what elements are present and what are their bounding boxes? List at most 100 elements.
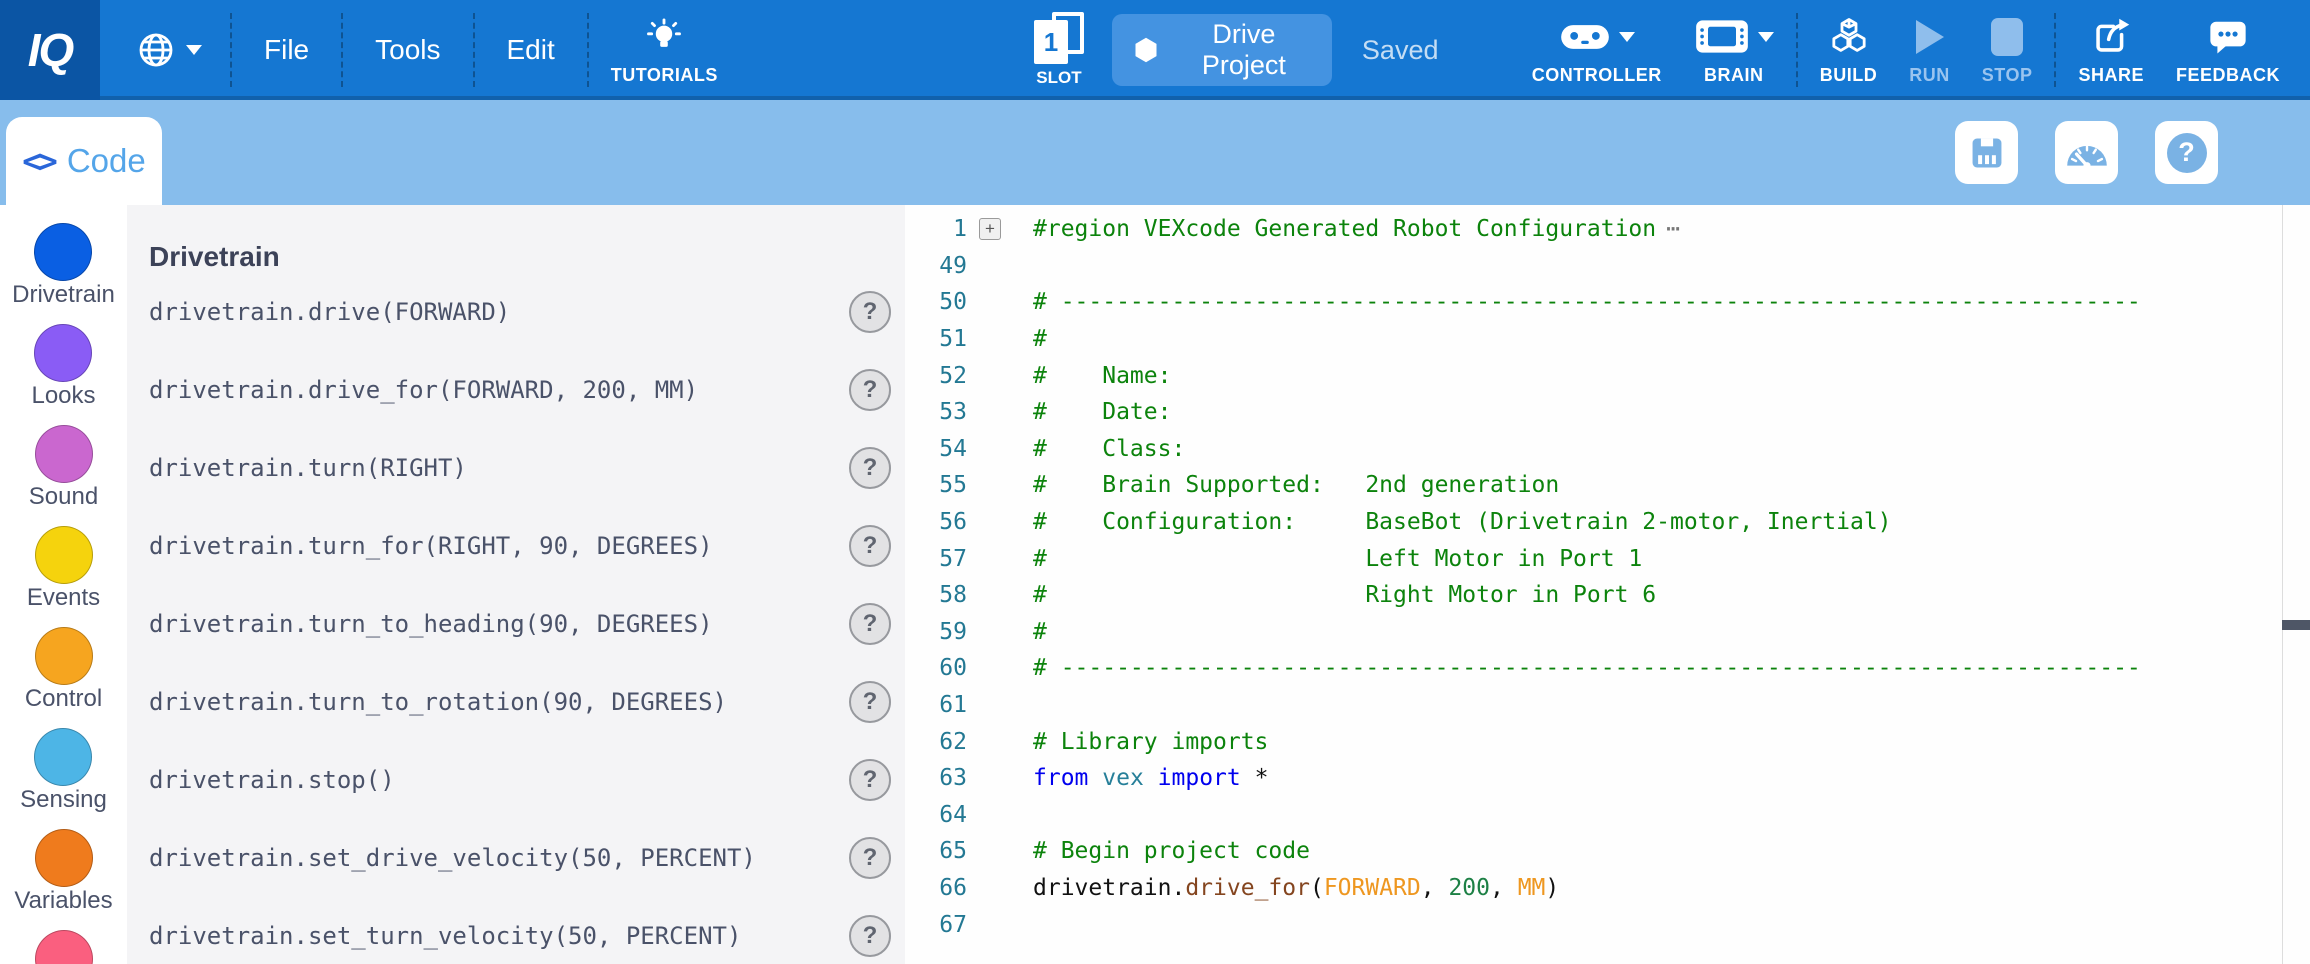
code-line[interactable]: 56 # Configuration: BaseBot (Drivetrain …: [905, 504, 2310, 541]
sound-category-icon: [35, 425, 93, 483]
toolbar-divider: [1796, 13, 1798, 87]
sidebar-item-looks[interactable]: Looks: [31, 324, 95, 408]
variables-category-icon: [35, 829, 93, 887]
code-line[interactable]: 67: [905, 906, 2310, 943]
sidebar-item-variables[interactable]: Variables: [14, 829, 112, 913]
chevron-down-icon: [186, 45, 202, 55]
chevron-down-icon: [1758, 32, 1774, 42]
build-cubes-icon: [1828, 15, 1870, 59]
help-question-icon: ?: [2167, 133, 2207, 173]
command-turn-to-rotation[interactable]: drivetrain.turn_to_rotation(90, DEGREES): [149, 688, 727, 716]
slot-button[interactable]: 1 SLOT: [1034, 12, 1084, 88]
command-help-button[interactable]: ?: [849, 525, 891, 567]
panel-heading: Drivetrain: [149, 241, 891, 273]
command-help-button[interactable]: ?: [849, 447, 891, 489]
save-status: Saved: [1362, 35, 1439, 66]
command-panel: Drivetrain drivetrain.drive(FORWARD) ? d…: [127, 205, 905, 964]
menu-divider: [341, 13, 343, 87]
fold-expand-icon[interactable]: +: [979, 218, 1001, 240]
main-menu: File Tools Edit TUTORIALS: [114, 0, 734, 100]
code-line[interactable]: 66 drivetrain.drive_for(FORWARD, 200, MM…: [905, 870, 2310, 907]
command-help-button[interactable]: ?: [849, 837, 891, 879]
control-category-icon: [35, 627, 93, 685]
project-name: Drive Project: [1176, 19, 1312, 81]
code-line[interactable]: 55 # Brain Supported: 2nd generation: [905, 467, 2310, 504]
project-group: 1 SLOT Drive Project Saved: [1034, 0, 1439, 100]
command-help-button[interactable]: ?: [849, 759, 891, 801]
command-help-button[interactable]: ?: [849, 915, 891, 957]
category-sidebar: Drivetrain Looks Sound Events Control Se…: [0, 205, 127, 964]
code-line[interactable]: 51 #: [905, 321, 2310, 358]
sensing-category-icon: [34, 728, 92, 786]
code-line[interactable]: 50 # -----------------------------------…: [905, 284, 2310, 321]
sidebar-item-drivetrain[interactable]: Drivetrain: [12, 223, 115, 307]
code-line[interactable]: 57 # Left Motor in Port 1: [905, 540, 2310, 577]
code-line[interactable]: 61: [905, 687, 2310, 724]
help-button[interactable]: ?: [2155, 121, 2218, 184]
run-button[interactable]: RUN: [1893, 15, 1966, 86]
tutorials-button[interactable]: TUTORIALS: [595, 15, 734, 86]
feedback-button[interactable]: FEEDBACK: [2160, 15, 2296, 86]
command-help-button[interactable]: ?: [849, 603, 891, 645]
folded-region-ellipsis[interactable]: ⋯: [1666, 216, 1682, 242]
tools-menu[interactable]: Tools: [349, 34, 466, 66]
language-menu-button[interactable]: [114, 30, 224, 70]
command-stop[interactable]: drivetrain.stop(): [149, 766, 395, 794]
command-help-button[interactable]: ?: [849, 681, 891, 723]
controller-button[interactable]: CONTROLLER: [1516, 15, 1678, 86]
code-line[interactable]: 1 + #region VEXcode Generated Robot Conf…: [905, 211, 2310, 248]
editor-scrollbar[interactable]: [2282, 205, 2310, 964]
code-line[interactable]: 52 # Name:: [905, 357, 2310, 394]
command-help-button[interactable]: ?: [849, 291, 891, 333]
project-name-button[interactable]: Drive Project: [1112, 14, 1332, 86]
dashboard-gauge-icon: [2065, 138, 2109, 168]
code-line[interactable]: 65 # Begin project code: [905, 833, 2310, 870]
command-set-turn-velocity[interactable]: drivetrain.set_turn_velocity(50, PERCENT…: [149, 922, 741, 950]
scrollbar-thumb[interactable]: [2282, 620, 2310, 630]
code-line[interactable]: 62 # Library imports: [905, 723, 2310, 760]
build-button[interactable]: BUILD: [1804, 15, 1894, 86]
code-line[interactable]: 58 # Right Motor in Port 6: [905, 577, 2310, 614]
stop-button[interactable]: STOP: [1966, 15, 2049, 86]
code-line[interactable]: 60 # -----------------------------------…: [905, 650, 2310, 687]
file-menu[interactable]: File: [238, 34, 335, 66]
command-turn-to-heading[interactable]: drivetrain.turn_to_heading(90, DEGREES): [149, 610, 713, 638]
share-button[interactable]: SHARE: [2062, 15, 2160, 86]
dashboard-gauge-button[interactable]: [2055, 121, 2118, 184]
edit-menu[interactable]: Edit: [481, 34, 581, 66]
command-row: drivetrain.set_turn_velocity(50, PERCENT…: [149, 897, 891, 964]
code-line[interactable]: 59 #: [905, 614, 2310, 651]
code-line[interactable]: 64: [905, 797, 2310, 834]
code-line[interactable]: 54 # Class:: [905, 431, 2310, 468]
sidebar-item-sound[interactable]: Sound: [29, 425, 98, 509]
iq-logo: IQ: [0, 0, 100, 100]
feedback-bubble-icon: [2208, 15, 2248, 59]
command-row: drivetrain.set_drive_velocity(50, PERCEN…: [149, 819, 891, 897]
command-turn-for[interactable]: drivetrain.turn_for(RIGHT, 90, DEGREES): [149, 532, 713, 560]
command-set-drive-velocity[interactable]: drivetrain.set_drive_velocity(50, PERCEN…: [149, 844, 756, 872]
lightbulb-icon: [645, 15, 683, 59]
toolbar-divider: [2054, 13, 2056, 87]
command-help-button[interactable]: ?: [849, 369, 891, 411]
brain-button[interactable]: BRAIN: [1678, 15, 1790, 86]
device-port-button[interactable]: [1955, 121, 2018, 184]
command-turn[interactable]: drivetrain.turn(RIGHT): [149, 454, 467, 482]
code-editor[interactable]: 1 + #region VEXcode Generated Robot Conf…: [905, 205, 2310, 964]
tab-code[interactable]: <> Code: [6, 117, 162, 205]
sidebar-item-bottom[interactable]: [35, 930, 93, 964]
command-row: drivetrain.turn(RIGHT) ?: [149, 429, 891, 507]
slot-icon: 1: [1034, 12, 1084, 64]
controller-icon: [1559, 20, 1611, 54]
hexagon-icon: [1132, 35, 1160, 65]
workspace-tools: ?: [1955, 121, 2218, 184]
sidebar-item-control[interactable]: Control: [25, 627, 102, 711]
command-row: drivetrain.drive(FORWARD) ?: [149, 273, 891, 351]
command-drive-for[interactable]: drivetrain.drive_for(FORWARD, 200, MM): [149, 376, 698, 404]
code-line[interactable]: 53 # Date:: [905, 394, 2310, 431]
brain-icon: [1694, 18, 1750, 55]
sidebar-item-sensing[interactable]: Sensing: [20, 728, 107, 812]
code-line[interactable]: 49: [905, 248, 2310, 285]
command-drive[interactable]: drivetrain.drive(FORWARD): [149, 298, 510, 326]
sidebar-item-events[interactable]: Events: [27, 526, 100, 610]
code-line[interactable]: 63 from vex import *: [905, 760, 2310, 797]
